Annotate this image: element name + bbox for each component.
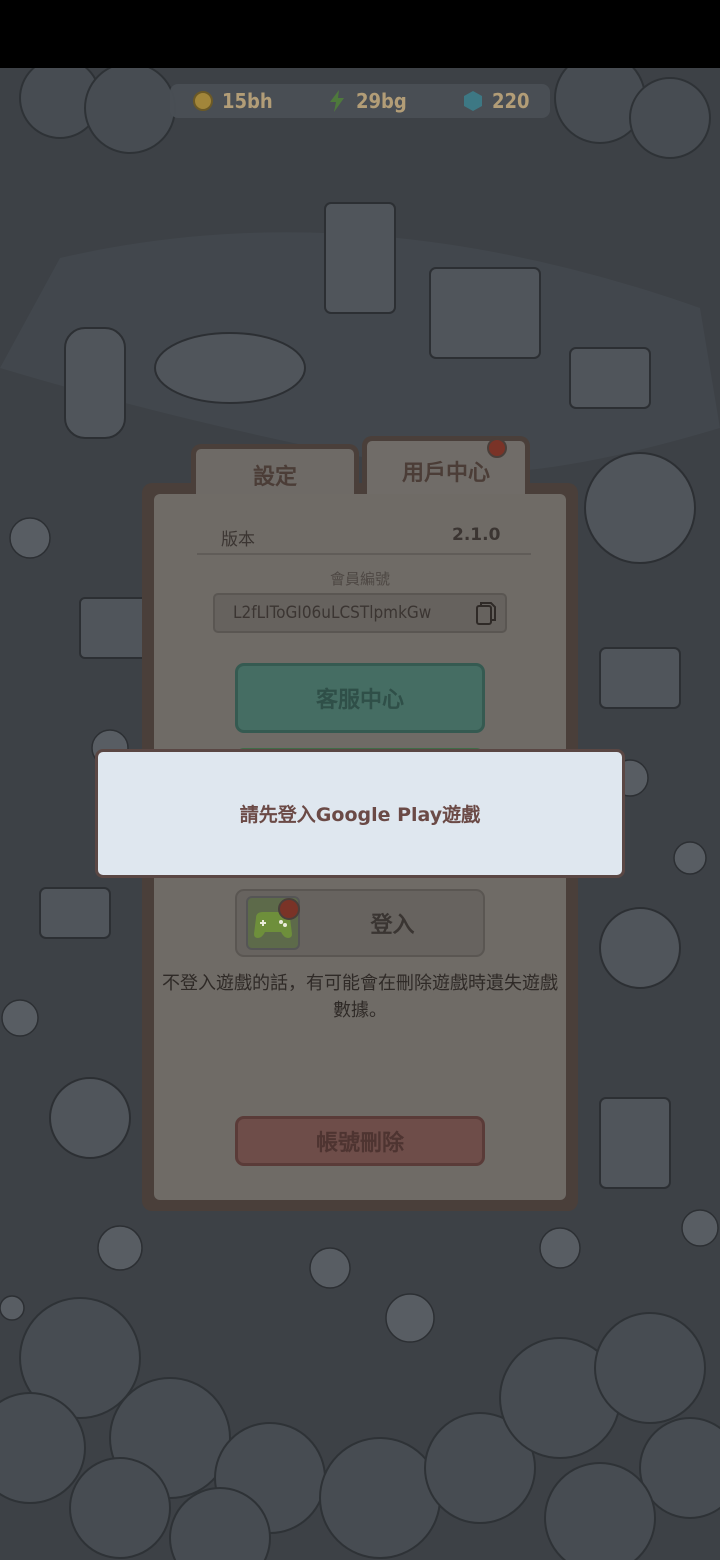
dialog-message: 請先登入Google Play遊戲 (239, 804, 481, 826)
customer-service-button[interactable]: 客服中心 (235, 663, 485, 733)
coin-icon (193, 91, 213, 111)
notification-dot (487, 438, 507, 458)
version-value: 2.1.0 (452, 525, 501, 545)
energy-value: 29bg (356, 89, 407, 113)
login-required-dialog[interactable]: 請先登入Google Play遊戲 (95, 749, 625, 878)
coins-value: 15bh (222, 89, 273, 113)
login-notification-dot (278, 898, 300, 920)
gem-icon (464, 91, 482, 111)
gems-value: 220 (492, 89, 530, 113)
resource-bar: 15bh 29bg 220 (170, 84, 550, 118)
login-label: 登入 (370, 913, 415, 938)
resource-gems: 220 (462, 84, 530, 118)
member-id-value: L2fLIToGI06uLCSTlpmkGw (233, 603, 432, 623)
resource-coins: 15bh (192, 84, 273, 118)
resource-energy: 29bg (326, 84, 407, 118)
member-id-label: 會員編號 (329, 570, 390, 588)
lightning-icon (330, 90, 344, 112)
login-warning-text: 不登入遊戲的話，有可能會在刪除遊戲時遺失遊戲數據。 (162, 973, 558, 1021)
tab-settings[interactable]: 設定 (191, 444, 359, 500)
status-bar (0, 0, 720, 68)
delete-account-button[interactable]: 帳號刪除 (235, 1116, 485, 1166)
divider (197, 553, 531, 555)
copy-icon[interactable] (475, 601, 497, 627)
member-id-field: L2fLIToGI06uLCSTlpmkGw (213, 593, 507, 633)
version-label: 版本 (221, 530, 255, 550)
